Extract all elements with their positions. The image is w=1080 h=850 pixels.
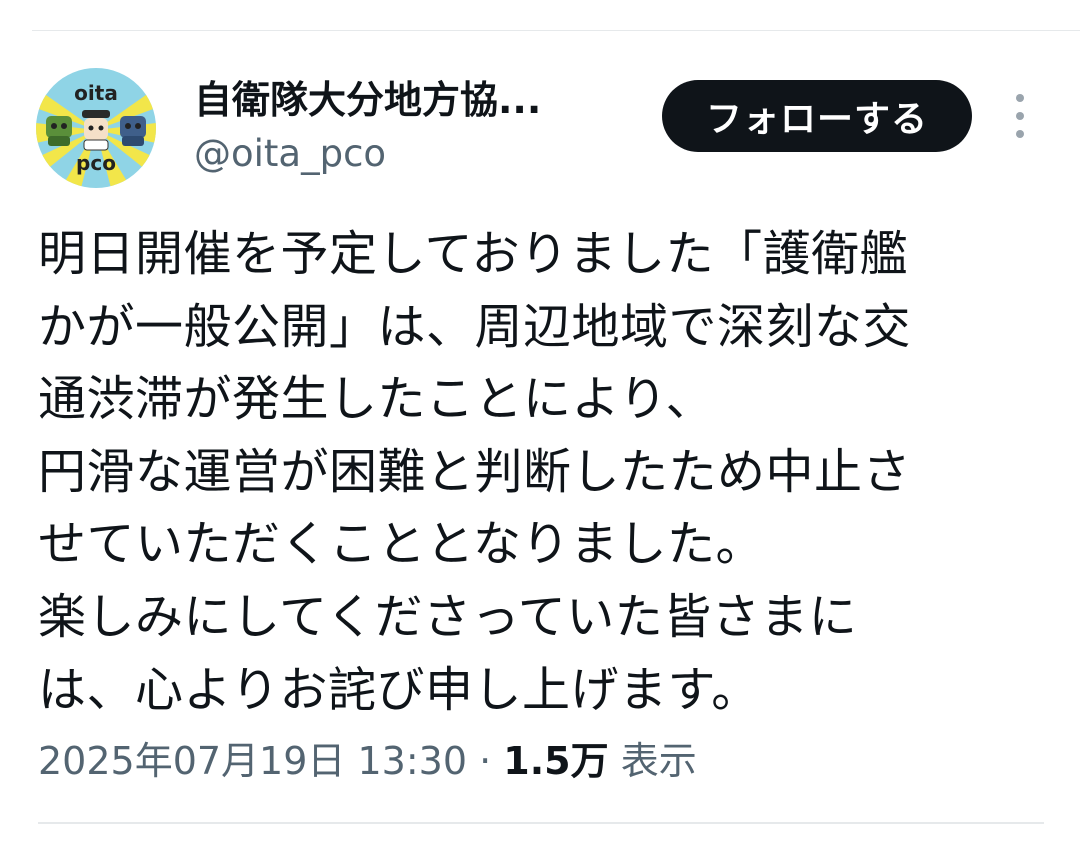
tweet-timestamp[interactable]: 2025年07月19日 13:30 — [38, 739, 467, 783]
tweet-text-line: 明日開催を予定しておりました「護衛艦 — [38, 226, 909, 282]
tweet-text-line: せていただくこととなりました。 — [38, 516, 765, 573]
tweet-text-line: 楽しみにしてくださっていた皆さまに — [38, 588, 858, 645]
more-icon-dot — [1016, 112, 1024, 120]
tweet-text-line: かが一般公開」は、周辺地域で深刻な交 — [38, 298, 912, 355]
tweet-text-line: は、心よりお詫び申し上げます。 — [38, 661, 760, 718]
tweet-text-line: 円滑な運営が困難と判断したため中止さ — [38, 443, 912, 500]
views-label: 表示 — [620, 739, 697, 783]
author-display-name[interactable]: 自衛隊大分地方協... — [194, 76, 541, 124]
vertical-ellipsis-icon[interactable] — [1006, 94, 1034, 138]
tweet-meta: 2025年07月19日 13:30 · 1.5万 表示 — [38, 734, 697, 788]
bottom-divider — [38, 822, 1044, 824]
avatar[interactable]: oita pco — [36, 68, 156, 188]
more-icon-dot — [1016, 94, 1024, 102]
tweet-text: 明日開催を予定しておりました「護衛艦 かが一般公開」は、周辺地域で深刻な交 通渋… — [38, 218, 1028, 726]
top-divider — [32, 30, 1080, 31]
avatar-image: oita pco — [36, 68, 156, 188]
views-count: 1.5万 — [503, 739, 609, 783]
tweet-text-line: 通渋滞が発生したことにより、 — [38, 371, 715, 428]
follow-button[interactable]: フォローする — [662, 80, 972, 152]
more-icon-dot — [1016, 130, 1024, 138]
author-handle[interactable]: @oita_pco — [194, 130, 386, 178]
meta-separator: · — [479, 739, 492, 783]
avatar-text-bottom: pco — [76, 151, 116, 175]
avatar-text-top: oita — [74, 81, 118, 105]
